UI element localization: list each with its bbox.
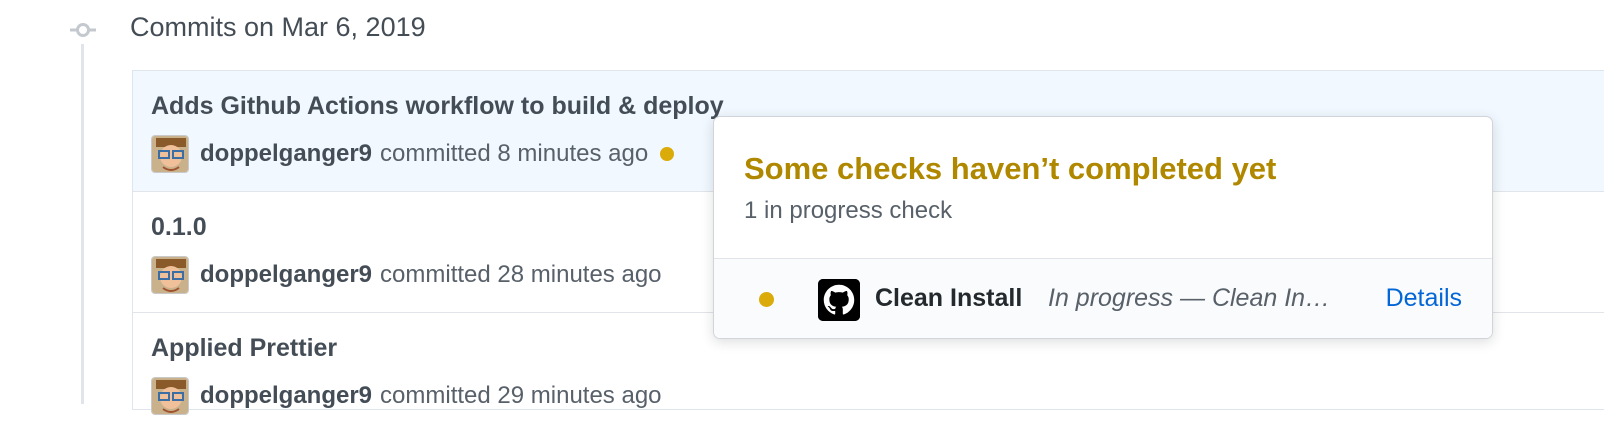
pending-status-icon (759, 292, 774, 307)
commit-title[interactable]: 0.1.0 (151, 213, 207, 242)
commit-author[interactable]: doppelganger9 (200, 382, 372, 410)
commit-meta: doppelganger9 committed 8 minutes ago (151, 134, 675, 174)
commit-node-icon (70, 23, 96, 37)
github-icon (818, 279, 860, 321)
check-row: Clean Install In progress — Clean Instal… (714, 258, 1492, 338)
checks-status-title: Some checks haven’t completed yet (744, 151, 1277, 186)
timeline-line (81, 44, 84, 404)
avatar-image-icon (152, 257, 188, 293)
avatar-image-icon (152, 136, 188, 172)
commit-meta: doppelganger9 committed 28 minutes ago (151, 255, 662, 295)
commit-action: committed (380, 140, 491, 167)
commit-time: 8 minutes ago (497, 140, 649, 167)
commit-author[interactable]: doppelganger9 (200, 140, 372, 168)
commit-action: committed (380, 261, 491, 288)
commit-group-title: Commits on Mar 6, 2019 (130, 12, 426, 42)
status-pending-icon[interactable] (660, 147, 675, 161)
commit-title[interactable]: Adds Github Actions workflow to build & … (151, 92, 724, 121)
commit-meta: doppelganger9 committed 29 minutes ago (151, 376, 662, 416)
checks-status-subtitle: 1 in progress check (744, 197, 953, 224)
commit-action: committed (380, 382, 491, 409)
commit-author[interactable]: doppelganger9 (200, 261, 372, 289)
avatar[interactable] (151, 256, 189, 294)
avatar[interactable] (151, 377, 189, 415)
details-link[interactable]: Details (1386, 284, 1462, 313)
avatar-image-icon (152, 378, 188, 414)
check-name: Clean Install (875, 284, 1023, 312)
avatar[interactable] (151, 135, 189, 173)
check-description: In progress — Clean Install (1048, 284, 1338, 312)
popover-header: Some checks haven’t completed yet 1 in p… (714, 117, 1492, 258)
checks-popover: Some checks haven’t completed yet 1 in p… (713, 116, 1493, 339)
commit-title[interactable]: Applied Prettier (151, 334, 337, 363)
commit-time: 29 minutes ago (497, 382, 662, 409)
commit-time: 28 minutes ago (497, 261, 662, 288)
